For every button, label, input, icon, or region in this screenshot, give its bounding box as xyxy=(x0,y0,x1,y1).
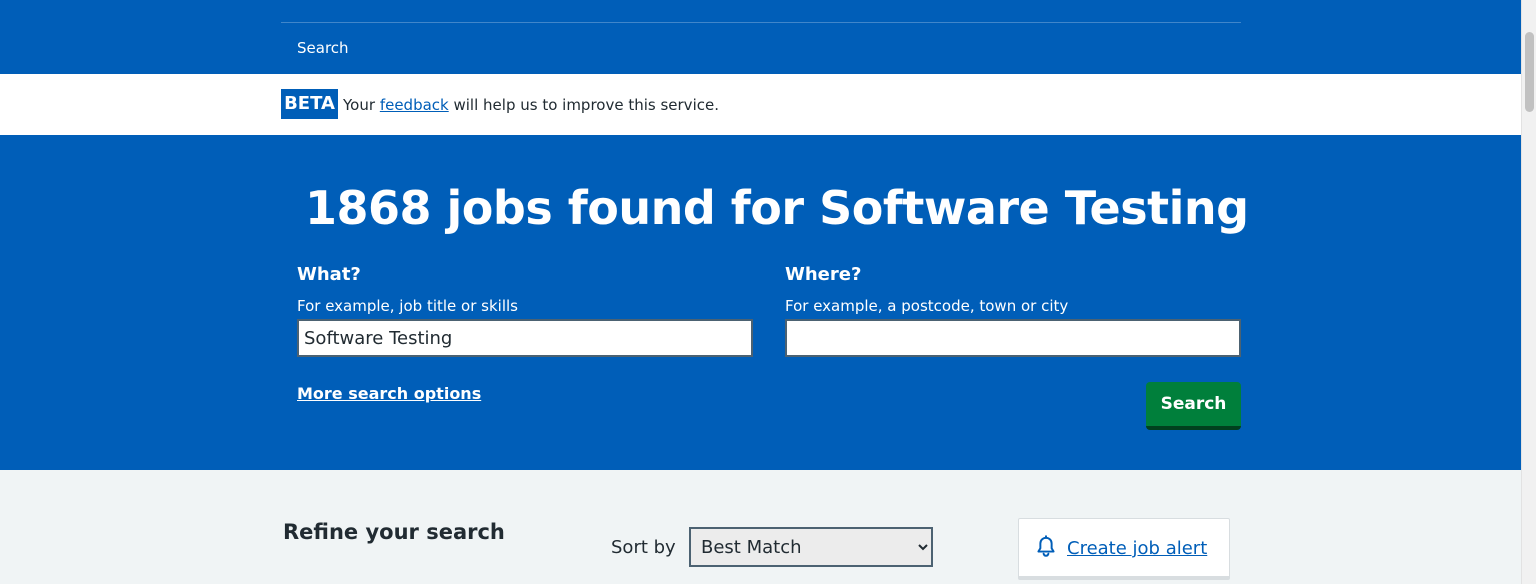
what-hint: For example, job title or skills xyxy=(297,297,518,315)
where-input[interactable] xyxy=(785,319,1241,357)
scrollbar-thumb[interactable] xyxy=(1525,32,1534,112)
more-search-options-link[interactable]: More search options xyxy=(297,384,481,403)
nav-divider xyxy=(281,22,1241,23)
sort-label: Sort by xyxy=(611,537,676,558)
top-nav: Search xyxy=(0,0,1521,74)
create-job-alert-link[interactable]: Create job alert xyxy=(1067,538,1207,559)
page-title: 1868 jobs found for Software Testing xyxy=(305,181,1249,235)
feedback-link[interactable]: feedback xyxy=(380,96,449,114)
sort-select[interactable]: Best Match xyxy=(689,527,933,567)
refine-heading: Refine your search xyxy=(283,520,505,544)
page-scrollbar[interactable] xyxy=(1521,0,1536,584)
what-label: What? xyxy=(297,264,361,285)
beta-text-before: Your xyxy=(343,96,376,114)
beta-banner: BETA Your feedback will help us to impro… xyxy=(0,74,1521,135)
nav-search-link[interactable]: Search xyxy=(297,39,349,57)
where-label: Where? xyxy=(785,264,862,285)
search-button[interactable]: Search xyxy=(1146,382,1241,430)
results-header: Refine your search Sort by Best Match Cr… xyxy=(0,470,1521,584)
bell-icon xyxy=(1037,535,1055,557)
where-hint: For example, a postcode, town or city xyxy=(785,297,1069,315)
page: Search BETA Your feedback will help us t… xyxy=(0,0,1536,584)
search-hero: 1868 jobs found for Software Testing Wha… xyxy=(0,135,1521,470)
what-input[interactable] xyxy=(297,319,753,357)
beta-text: Your feedback will help us to improve th… xyxy=(343,96,719,114)
job-alert-card: Create job alert xyxy=(1018,518,1230,580)
beta-text-after: will help us to improve this service. xyxy=(453,96,719,114)
main-content: Search BETA Your feedback will help us t… xyxy=(0,0,1521,584)
beta-tag: BETA xyxy=(281,89,338,119)
